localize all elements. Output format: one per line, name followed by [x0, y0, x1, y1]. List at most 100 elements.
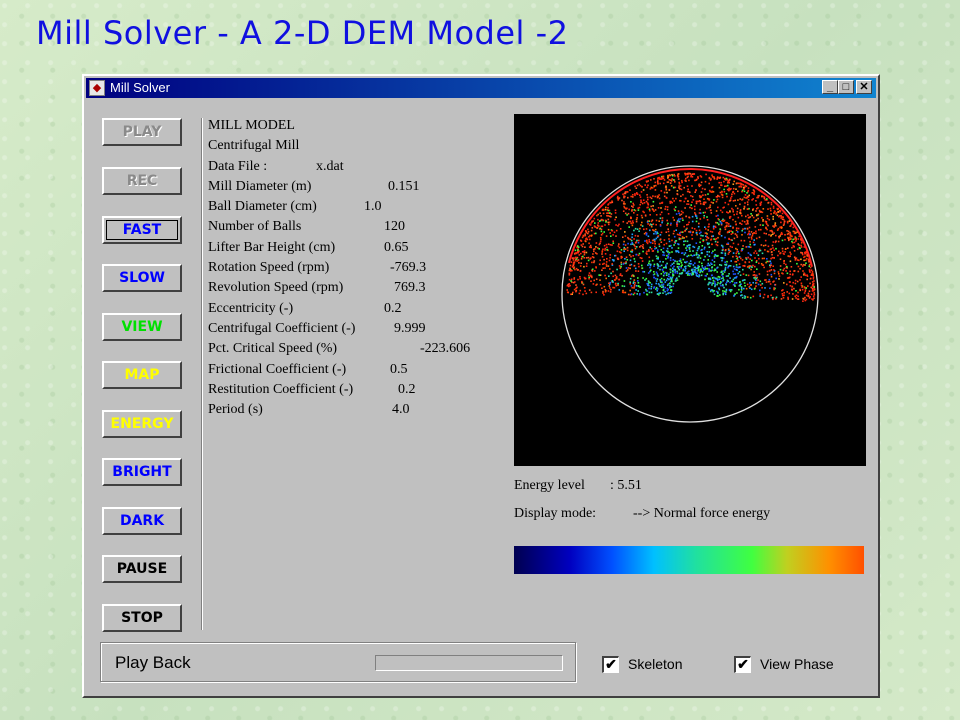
particle [605, 265, 608, 267]
particle [759, 284, 762, 286]
playback-progress-bar[interactable] [375, 655, 563, 671]
particle [658, 176, 661, 179]
particle [717, 218, 719, 220]
param-label: Ball Diameter (cm) [208, 199, 317, 215]
particle [803, 246, 806, 248]
particle [757, 283, 760, 286]
particle [799, 288, 801, 291]
rec-button[interactable]: REC [102, 167, 182, 195]
particle [767, 224, 769, 227]
particle [706, 264, 709, 267]
map-button[interactable]: MAP [102, 361, 182, 389]
particle [706, 273, 708, 275]
slow-button[interactable]: SLOW [102, 264, 182, 292]
particle [719, 264, 721, 266]
particle [722, 280, 724, 282]
particle [566, 289, 568, 291]
particle [655, 282, 657, 285]
view-button[interactable]: VIEW [102, 313, 182, 341]
particle [614, 209, 617, 212]
particle [698, 246, 700, 248]
particle [617, 245, 620, 247]
particle [685, 249, 688, 251]
particle [655, 237, 658, 240]
particle [579, 269, 582, 272]
particle [626, 191, 629, 193]
particle [654, 242, 656, 245]
pause-button[interactable]: PAUSE [102, 555, 182, 583]
particle [654, 228, 657, 231]
play-button[interactable]: PLAY [102, 118, 182, 146]
particle [743, 208, 745, 210]
param-label: Period (s) [208, 402, 263, 418]
particle [747, 222, 749, 225]
minimize-button[interactable]: _ [822, 80, 838, 94]
particle [754, 265, 756, 268]
particle [739, 274, 742, 276]
particle [585, 265, 588, 267]
particle [656, 278, 659, 280]
particle [655, 214, 658, 216]
particle [734, 293, 736, 295]
particle [609, 287, 611, 289]
particle [692, 250, 694, 252]
particle [772, 298, 774, 301]
particle [761, 282, 764, 285]
particle [688, 216, 690, 219]
particle [734, 233, 737, 235]
particle [773, 287, 775, 289]
particle [747, 265, 749, 268]
particle [601, 269, 603, 271]
particle [804, 296, 806, 299]
particle [750, 254, 752, 257]
particle [690, 175, 692, 178]
particle [663, 278, 665, 281]
particle [649, 281, 651, 284]
particle [638, 230, 640, 232]
particle [705, 267, 707, 270]
particle [577, 251, 579, 254]
particle [630, 293, 633, 295]
particle [601, 225, 604, 228]
particle [705, 207, 708, 210]
particle [797, 295, 799, 298]
particle [776, 229, 779, 231]
energy-button[interactable]: ENERGY [102, 410, 182, 438]
dark-button[interactable]: DARK [102, 507, 182, 535]
particle [631, 275, 633, 277]
stop-button[interactable]: STOP [102, 604, 182, 632]
particle [621, 274, 623, 277]
particle [629, 264, 631, 266]
particle [609, 268, 611, 270]
skeleton-check-icon[interactable]: ✔ [602, 656, 619, 673]
particle [752, 274, 755, 276]
view-phase-check-icon[interactable]: ✔ [734, 656, 751, 673]
particle [706, 216, 708, 218]
bright-button[interactable]: BRIGHT [102, 458, 182, 486]
particle [666, 181, 669, 183]
particle [727, 275, 730, 277]
particle [733, 213, 735, 216]
particle [568, 283, 571, 285]
particle [769, 207, 772, 210]
particle [809, 296, 811, 298]
window-titlebar[interactable]: ◆ Mill Solver _ □ ✕ [86, 78, 876, 98]
particle [725, 185, 728, 187]
fast-button[interactable]: FAST [102, 216, 182, 244]
particle [739, 266, 741, 268]
particle [673, 244, 675, 246]
particle [583, 252, 586, 254]
simulation-viewport[interactable] [514, 114, 866, 466]
particle [724, 266, 727, 269]
param-row: Data File : x.dat [208, 157, 508, 177]
particle [748, 236, 750, 239]
particle [686, 245, 688, 247]
maximize-button[interactable]: □ [838, 80, 854, 94]
particle [639, 196, 642, 198]
particle [600, 238, 602, 241]
particle [789, 231, 791, 234]
particle [629, 281, 631, 283]
close-button[interactable]: ✕ [856, 80, 872, 94]
particle [722, 290, 724, 292]
particle [720, 271, 722, 273]
